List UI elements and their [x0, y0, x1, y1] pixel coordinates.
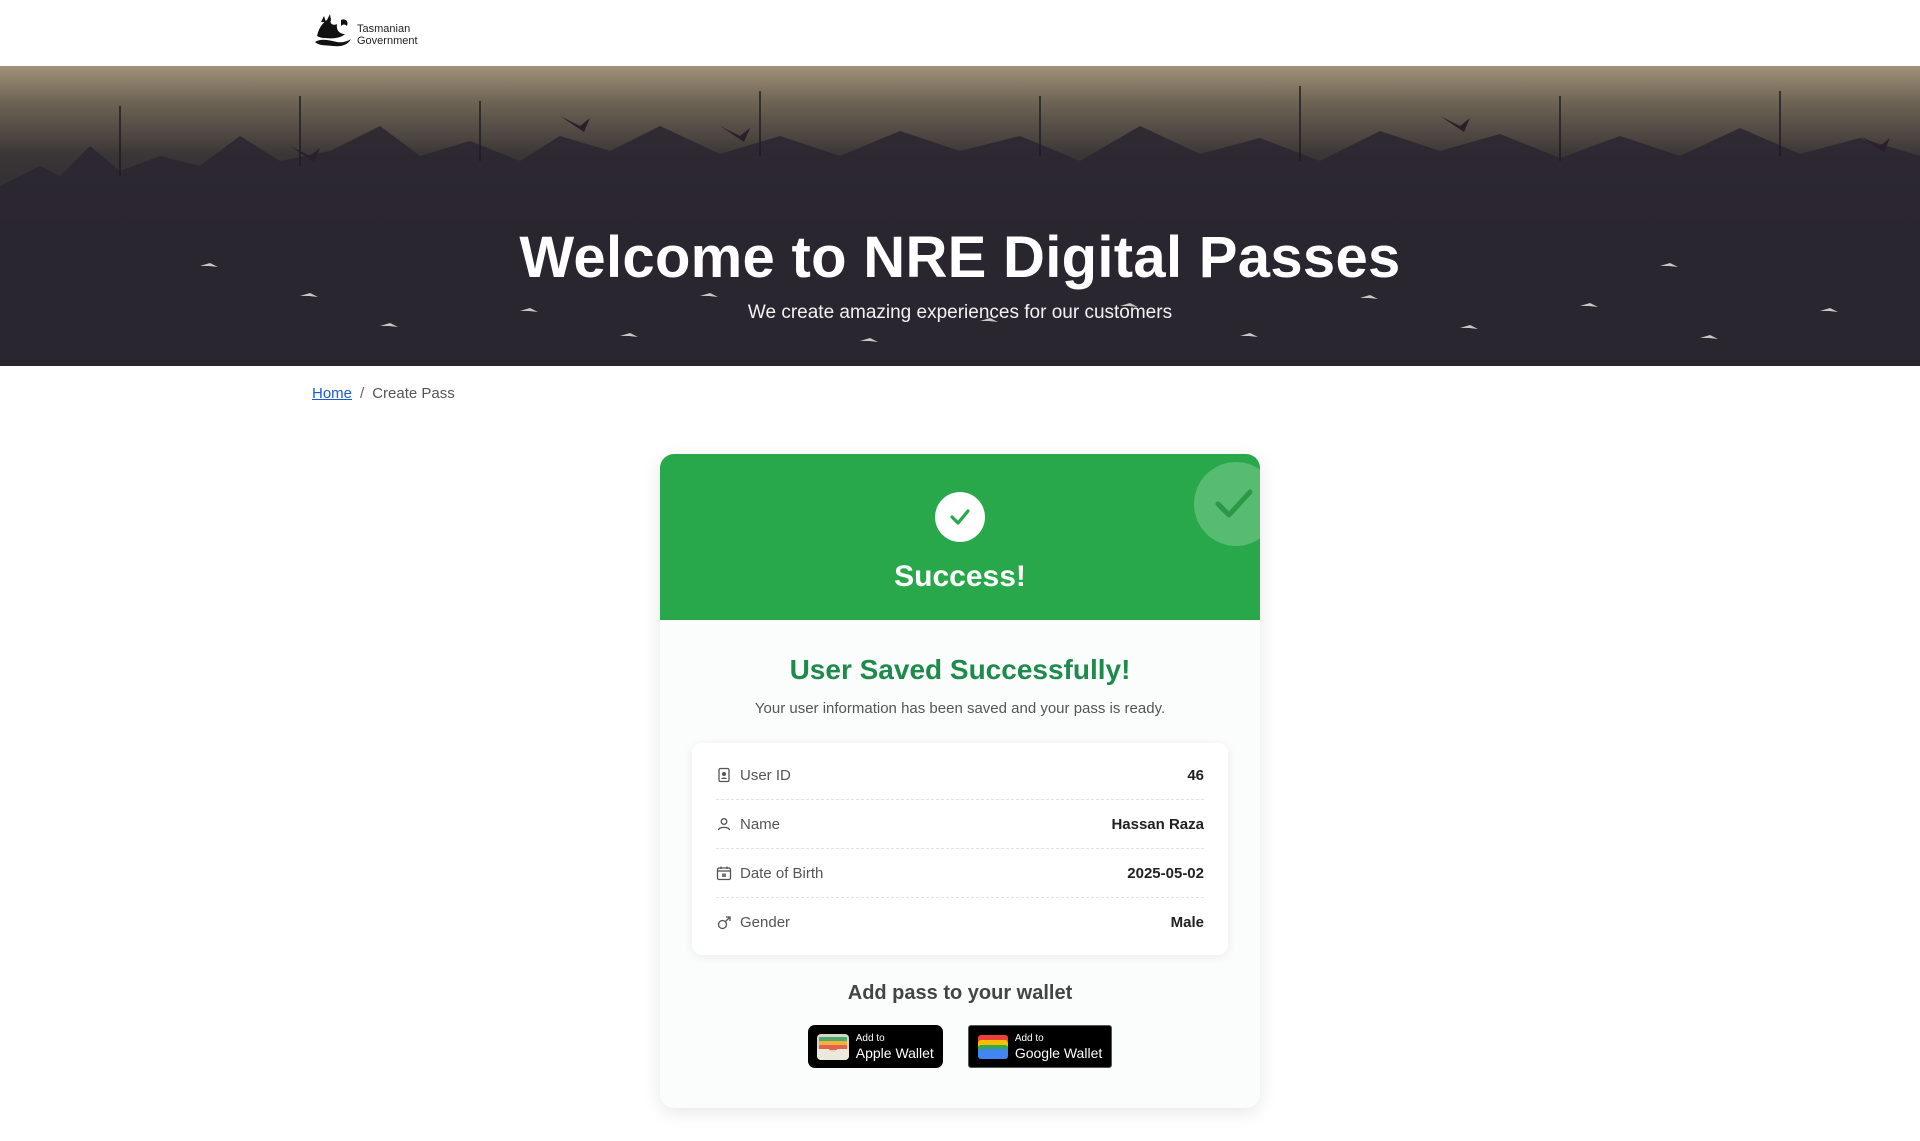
gender-value: Male: [1170, 914, 1204, 931]
decorative-check-icon: [1194, 462, 1260, 546]
hero-subtitle: We create amazing experiences for our cu…: [747, 302, 1173, 323]
success-card-body: User Saved Successfully! Your user infor…: [660, 620, 1260, 1068]
hero-banner: Welcome to NRE Digital Passes We create …: [0, 66, 1920, 366]
google-wallet-small-label: Add to: [1014, 1032, 1044, 1044]
logo-line-1: Tasmanian: [357, 23, 411, 35]
info-label-gender: Gender: [716, 914, 790, 931]
saved-subtitle: Your user information has been saved and…: [754, 700, 1166, 717]
success-card: Success! User Saved Successfully! Your u…: [660, 454, 1260, 1108]
name-label: Name: [740, 815, 781, 833]
apple-wallet-small-label: Add to: [855, 1032, 885, 1044]
id-badge-icon: [718, 767, 730, 783]
apple-wallet-icon: [816, 1033, 849, 1060]
google-wallet-icon: [977, 1034, 1008, 1059]
user-id-value: 46: [1187, 766, 1204, 784]
info-label-dob: Date of Birth: [716, 865, 823, 882]
calendar-icon: [716, 866, 732, 881]
wallet-heading: Add pass to your wallet: [847, 982, 1073, 1004]
person-icon: [717, 818, 731, 831]
add-to-google-wallet-button[interactable]: Add to Google Wallet: [967, 1025, 1113, 1068]
info-row-gender: Gender Male: [716, 898, 1204, 947]
info-label-user-id: User ID: [716, 767, 791, 784]
success-card-header: Success!: [660, 454, 1260, 620]
info-row-user-id: User ID 46: [716, 751, 1204, 800]
thylacine-logo-icon: [315, 14, 351, 47]
dob-label: Date of Birth: [740, 864, 824, 882]
hero-title: Welcome to NRE Digital Passes: [519, 225, 1401, 290]
user-id-label: User ID: [740, 766, 791, 784]
breadcrumb-home-link[interactable]: Home: [312, 385, 352, 402]
user-info-box: User ID 46 Name Hassan Raza Date of Birt…: [692, 743, 1228, 955]
google-wallet-label: Google Wallet: [1014, 1044, 1103, 1061]
success-check-icon: [935, 492, 985, 542]
tasmanian-government-logo[interactable]: Tasmanian Government: [311, 12, 418, 52]
gender-label: Gender: [740, 914, 791, 931]
logo-text: Tasmanian Government: [357, 23, 418, 47]
breadcrumb-current: Create Pass: [372, 385, 455, 402]
name-value: Hassan Raza: [1111, 815, 1204, 833]
breadcrumb: Home / Create Pass: [312, 385, 455, 402]
top-header: Tasmanian Government: [0, 0, 1920, 66]
add-to-apple-wallet-button[interactable]: Add to Apple Wallet: [807, 1025, 943, 1068]
wallet-buttons: Add to Apple Wallet Add to Google Wallet: [660, 1025, 1260, 1068]
apple-wallet-label: Apple Wallet: [855, 1044, 934, 1061]
saved-title: User Saved Successfully!: [789, 654, 1131, 685]
breadcrumb-separator: /: [360, 385, 365, 402]
logo-line-2: Government: [357, 35, 418, 47]
info-row-dob: Date of Birth 2025-05-02: [716, 849, 1204, 898]
male-icon: [717, 915, 731, 929]
dob-value: 2025-05-02: [1127, 864, 1204, 882]
success-heading: Success!: [894, 560, 1026, 593]
info-label-name: Name: [716, 816, 780, 833]
info-row-name: Name Hassan Raza: [716, 800, 1204, 849]
